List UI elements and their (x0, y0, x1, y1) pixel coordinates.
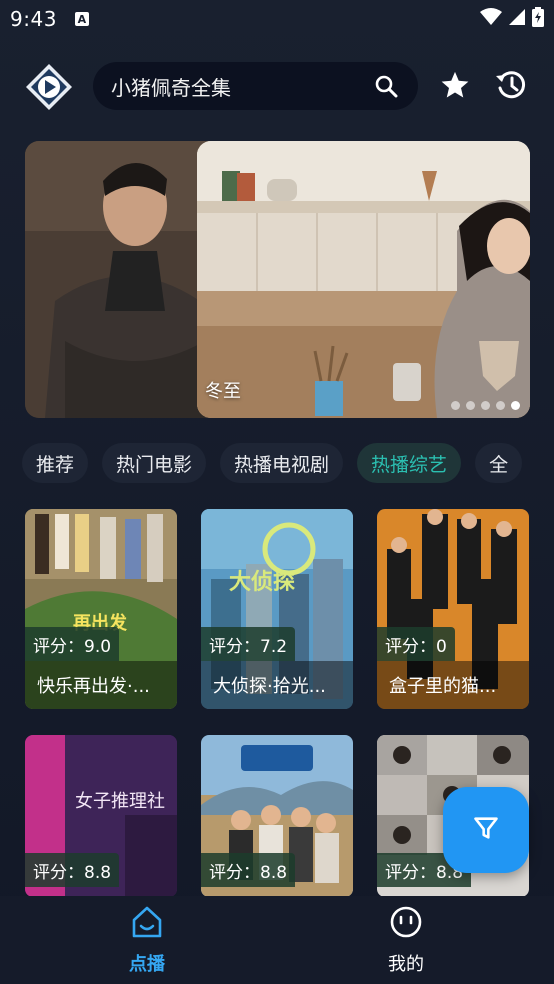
banner-carousel[interactable]: 冬至 (25, 141, 530, 418)
tab-more[interactable]: 全 (475, 443, 523, 483)
tab-recommended[interactable]: 推荐 (22, 443, 89, 483)
wifi-icon (480, 8, 502, 30)
video-card[interactable]: 评分：0 盒子里的猫... (377, 509, 529, 709)
tab-hot-variety[interactable]: 热播综艺 (357, 443, 462, 483)
card-score: 评分：8.8 (25, 853, 120, 887)
nav-label-mine: 我的 (388, 954, 424, 975)
card-score: 评分：8.8 (201, 853, 296, 887)
nav-item-mine[interactable]: 我的 (346, 904, 466, 976)
card-title: 盒子里的猫... (377, 661, 529, 709)
tab-hot-movies[interactable]: 热门电影 (102, 443, 207, 483)
bottom-nav: 点播 我的 (0, 896, 554, 984)
carousel-dot[interactable] (466, 401, 475, 410)
signal-icon (508, 8, 526, 30)
card-title: 快乐再出发·... (25, 661, 177, 709)
carousel-dot[interactable] (496, 401, 505, 410)
nav-item-home[interactable]: 点播 (87, 904, 207, 976)
play-logo-icon[interactable] (24, 62, 74, 112)
video-card[interactable]: 大侦探 评分：7.2 大侦探·拾光... (201, 509, 353, 709)
carousel-dot[interactable] (481, 401, 490, 410)
status-time: 9:43 (10, 7, 57, 31)
search-input[interactable]: 小猪佩奇全集 (111, 72, 231, 101)
home-icon (129, 904, 165, 944)
search-bar[interactable]: 小猪佩奇全集 (93, 62, 418, 110)
card-score: 评分：0 (377, 627, 455, 661)
card-score: 评分：9.0 (25, 627, 120, 661)
card-score: 评分：7.2 (201, 627, 296, 661)
card-title: 大侦探·拾光... (201, 661, 353, 709)
video-card[interactable]: 评分：8.8 (201, 735, 353, 897)
filter-button[interactable] (443, 787, 529, 873)
carousel-dot[interactable] (451, 401, 460, 410)
star-icon[interactable] (440, 70, 470, 100)
category-tabs: 推荐 热门电影 热播电视剧 热播综艺 全 (22, 443, 554, 485)
nav-label-home: 点播 (129, 954, 165, 975)
notification-badge: A (74, 12, 89, 26)
carousel-indicator (451, 401, 520, 410)
svg-text:女子推理社: 女子推理社 (75, 791, 165, 812)
svg-text:大侦探: 大侦探 (229, 569, 295, 595)
banner-caption: 冬至 (205, 381, 241, 402)
battery-icon (532, 7, 544, 31)
filter-icon (472, 814, 500, 846)
app-screen: 9:43 A 小猪佩奇全集 冬至 推荐 热门电影 热播电视剧 热播综艺 全 再出… (0, 0, 554, 984)
carousel-dot-active[interactable] (511, 401, 520, 410)
profile-icon (388, 904, 424, 944)
banner-poster-current[interactable] (197, 141, 530, 418)
banner-poster-previous[interactable] (25, 141, 225, 418)
app-header: 小猪佩奇全集 (0, 60, 554, 112)
tab-hot-tv-series[interactable]: 热播电视剧 (220, 443, 344, 483)
search-icon[interactable] (374, 74, 398, 98)
video-card[interactable]: 再出发 评分：9.0 快乐再出发·... (25, 509, 177, 709)
status-bar: 9:43 A (0, 0, 554, 38)
video-card[interactable]: 女子推理社 评分：8.8 (25, 735, 177, 897)
history-icon[interactable] (494, 68, 528, 102)
